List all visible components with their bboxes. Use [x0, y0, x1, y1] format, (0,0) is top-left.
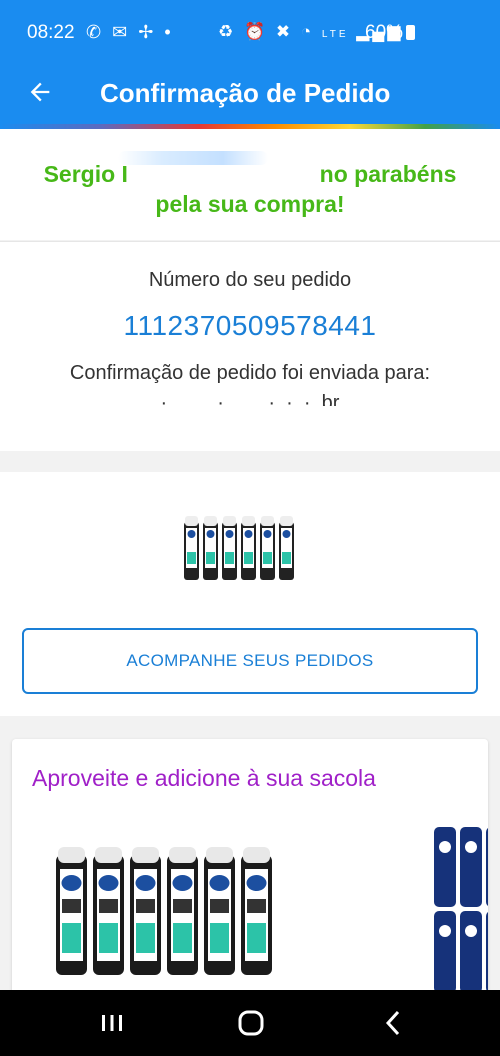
battery-percent: 60% [365, 22, 404, 43]
deodorant-bottles-icon [184, 516, 294, 580]
arrow-left-icon [30, 82, 50, 102]
dot-icon: • [164, 22, 174, 42]
recommended-product-image-2[interactable] [432, 825, 488, 995]
mute-icon: ✖ [275, 22, 294, 41]
confirmation-email: · · · · · br [160, 392, 340, 406]
home-icon[interactable] [236, 1008, 266, 1038]
header: 08:22 ✆ ✉ ✢ • ♻ ⏰ ✖ ◔ LTE ▂▄▆ 60% Confir… [0, 0, 500, 129]
status-time: 08:22 [27, 22, 75, 43]
redacted-name [118, 151, 268, 165]
app-bar: Confirmação de Pedido [0, 66, 500, 124]
recents-icon[interactable] [98, 1009, 126, 1037]
battery-indicator: 60% [365, 22, 416, 44]
congrats-card: Sergio I no parabéns pela sua compra! [0, 129, 500, 240]
product-image [184, 516, 294, 580]
recommendations-title: Aproveite e adicione à sua sacola [32, 765, 376, 791]
order-info: Número do seu pedido 1112370509578441 Co… [0, 241, 500, 451]
recommendations-card: Aproveite e adicione à sua sacola [12, 739, 488, 999]
deodorant-bottles-icon [56, 847, 272, 975]
back-button[interactable] [26, 78, 54, 106]
congrats-line-2: pela sua compra! [155, 191, 345, 217]
whatsapp-icon: ✆ [86, 22, 105, 42]
order-number-label: Número do seu pedido [148, 269, 352, 291]
order-number: 1112370509578441 [123, 310, 377, 341]
fan-icon: ✢ [138, 22, 157, 42]
status-bar: 08:22 ✆ ✉ ✢ • ♻ ⏰ ✖ ◔ LTE ▂▄▆ 60% [0, 0, 500, 66]
battery-saver-icon: ♻ [218, 22, 237, 41]
battery-icon [406, 25, 416, 40]
mail-icon: ✉ [112, 22, 131, 42]
system-nav-bar [0, 990, 500, 1056]
alarm-icon: ⏰ [243, 22, 269, 41]
volte-icon: LTE [321, 29, 349, 40]
page-title: Confirmação de Pedido [100, 78, 391, 108]
confirmation-sent-label: Confirmação de pedido foi enviada para: [69, 362, 431, 384]
wifi-icon: ◔ [300, 22, 315, 41]
order-product-card: ACOMPANHE SEUS PEDIDOS [0, 472, 500, 716]
back-nav-icon[interactable] [380, 1008, 406, 1038]
track-orders-button[interactable]: ACOMPANHE SEUS PEDIDOS [22, 628, 478, 694]
recommended-product-image[interactable] [54, 847, 276, 977]
notification-icons: ✆ ✉ ✢ • [86, 22, 174, 43]
congrats-message: Sergio I no parabéns pela sua compra! [0, 159, 500, 219]
